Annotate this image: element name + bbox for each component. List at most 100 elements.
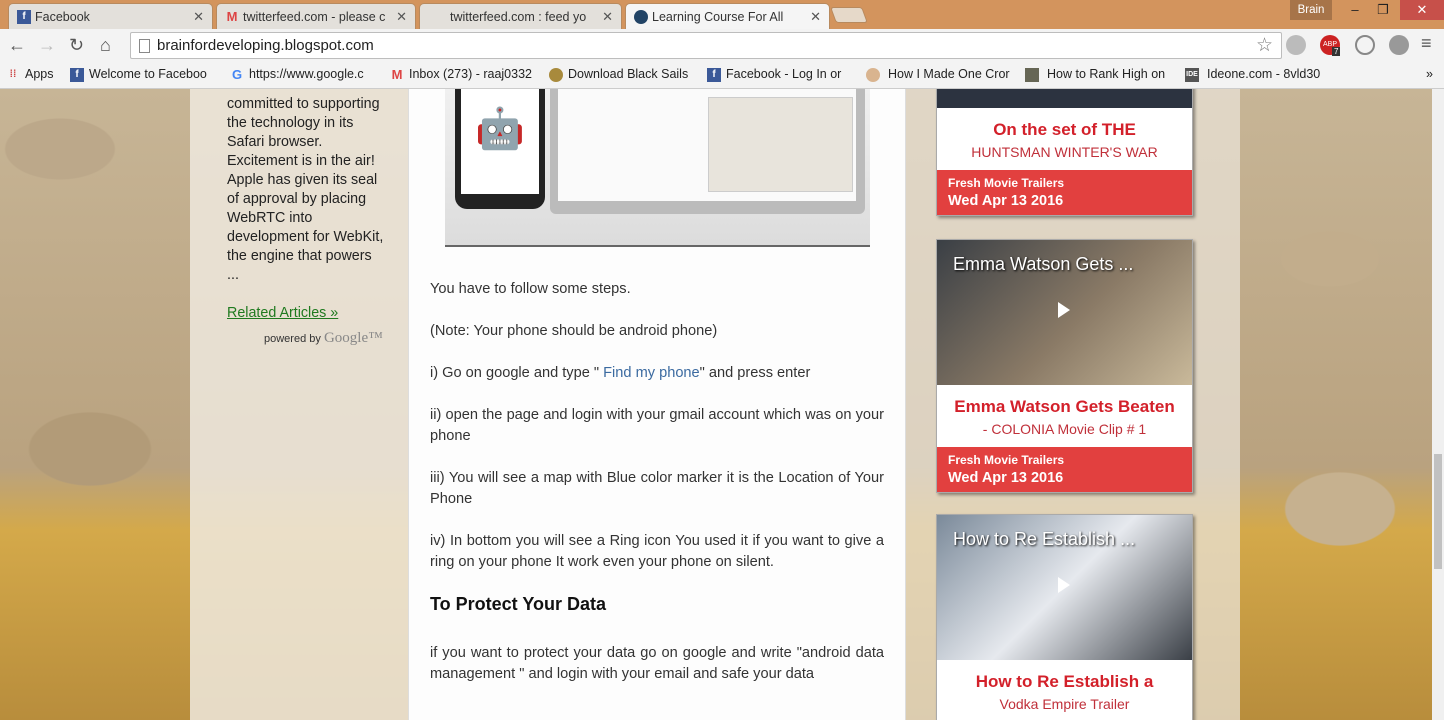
- globe-icon[interactable]: [1286, 35, 1306, 55]
- gmail-icon: M: [226, 9, 238, 24]
- phone-image: 🤖: [455, 89, 545, 209]
- back-icon[interactable]: ←: [8, 35, 26, 56]
- card-title[interactable]: On the set of THE: [937, 108, 1192, 140]
- avatar-icon: [866, 68, 880, 82]
- card-title[interactable]: Emma Watson Gets Beaten: [937, 385, 1192, 417]
- video-thumbnail[interactable]: [937, 89, 1192, 108]
- card-title[interactable]: How to Re Establish a: [937, 660, 1192, 692]
- paragraph: You have to follow some steps.: [430, 281, 631, 297]
- bookmark-label: How I Made One Cror: [888, 67, 1010, 81]
- close-tab-icon[interactable]: ✕: [193, 9, 204, 25]
- bookmark-item[interactable]: f Welcome to Faceboo: [70, 67, 207, 82]
- tab-learning-course[interactable]: Learning Course For All ✕: [625, 3, 830, 29]
- article: 🤖 You have to follow some steps. (Note: …: [408, 89, 906, 720]
- page-scrollbar[interactable]: [1432, 89, 1444, 720]
- address-bar[interactable]: brainfordeveloping.blogspot.com ☆: [130, 32, 1282, 59]
- bookmark-label: Apps: [25, 67, 54, 81]
- powered-by-google: powered by Google™: [264, 330, 383, 347]
- tab-label: Facebook: [35, 10, 90, 24]
- tab-twitterfeed-gmail[interactable]: Mtwitterfeed.com - please c ✕: [216, 3, 416, 29]
- tab-bar: f Facebook ✕ Mtwitterfeed.com - please c ✕ …: [0, 0, 1444, 29]
- extension-icon[interactable]: [1389, 35, 1409, 55]
- card-footer: Fresh Movie Trailers Wed Apr 13 2016: [937, 447, 1192, 492]
- section-heading: To Protect Your Data: [430, 594, 607, 614]
- video-card[interactable]: On the set of THE HUNTSMAN WINTER'S WAR …: [936, 89, 1193, 216]
- adblock-plus-icon[interactable]: ABP 7: [1320, 35, 1341, 56]
- reload-icon[interactable]: ↻: [69, 35, 84, 56]
- bookmark-label: Download Black Sails: [568, 67, 689, 81]
- card-source: Fresh Movie Trailers: [948, 176, 1065, 190]
- close-tab-icon[interactable]: ✕: [602, 9, 613, 25]
- article-image: 🤖: [445, 89, 870, 247]
- bookmark-item[interactable]: IDE Ideone.com - 8vld30: [1185, 67, 1320, 82]
- apps-grid-icon: ⁞⁞: [9, 69, 17, 80]
- play-icon[interactable]: [1058, 577, 1070, 593]
- tab-twitterfeed[interactable]: twitterfeed.com : feed yo ✕: [419, 3, 622, 29]
- more-bookmarks-button[interactable]: »: [1408, 67, 1433, 81]
- home-icon[interactable]: ⌂: [100, 35, 111, 56]
- video-thumbnail[interactable]: How to Re Establish ...: [937, 515, 1192, 660]
- facebook-icon: f: [707, 68, 721, 82]
- toolbar: ← → ↻ ⌂ brainfordeveloping.blogspot.com ☆…: [0, 29, 1444, 62]
- bookmark-label: How to Rank High on: [1047, 67, 1166, 81]
- bookmark-item[interactable]: How I Made One Cror: [866, 67, 1010, 82]
- map-image: [708, 97, 853, 192]
- badge: 7: [1332, 47, 1341, 56]
- card-date: Wed Apr 13 2016: [948, 470, 1064, 486]
- thumbnail-title: Emma Watson Gets ...: [953, 254, 1134, 274]
- android-icon: 🤖: [461, 89, 539, 194]
- bookmark-apps[interactable]: ⁞⁞ Apps: [6, 67, 54, 81]
- related-articles-link[interactable]: Related Articles »: [227, 305, 338, 321]
- bookmark-item[interactable]: f Facebook - Log In or: [707, 67, 842, 82]
- menu-icon[interactable]: ≡: [1421, 33, 1432, 54]
- find-my-phone-link[interactable]: Find my phone: [599, 365, 700, 381]
- play-icon[interactable]: [1058, 302, 1070, 318]
- ideone-icon: IDE: [1185, 68, 1199, 82]
- gmail-icon: M: [391, 67, 403, 82]
- bookmark-item[interactable]: Ghttps://www.google.c: [230, 67, 364, 82]
- article-body: You have to follow some steps. (Note: Yo…: [430, 279, 884, 706]
- text: i) Go on google and type ": [430, 365, 600, 381]
- maximize-button[interactable]: ❐: [1368, 0, 1398, 20]
- url-text: brainfordeveloping.blogspot.com: [157, 37, 374, 54]
- new-tab-button[interactable]: [830, 7, 868, 23]
- video-card[interactable]: How to Re Establish ... How to Re Establ…: [936, 514, 1193, 720]
- tab-facebook[interactable]: f Facebook ✕: [8, 3, 213, 29]
- card-date: Wed Apr 13 2016: [948, 193, 1064, 209]
- paragraph: iii) You will see a map with Blue color …: [430, 470, 884, 507]
- shield-icon: [549, 68, 563, 82]
- bookmark-label: Welcome to Faceboo: [89, 67, 207, 81]
- card-footer: Fresh Movie Trailers Wed Apr 13 2016: [937, 170, 1192, 215]
- bookmark-label: Inbox (273) - raaj0332: [409, 67, 532, 81]
- bookmark-star-icon[interactable]: ☆: [1256, 34, 1273, 57]
- close-tab-icon[interactable]: ✕: [396, 9, 407, 25]
- close-tab-icon[interactable]: ✕: [810, 9, 821, 25]
- close-window-button[interactable]: ✕: [1400, 0, 1444, 20]
- www-icon[interactable]: [1355, 35, 1375, 55]
- paragraph: (Note: Your phone should be android phon…: [430, 323, 718, 339]
- related-snippet: committed to supporting the technology i…: [227, 96, 384, 283]
- bookmarks-bar: ⁞⁞ Apps f Welcome to Faceboo Ghttps://www.…: [0, 62, 1444, 89]
- forward-icon[interactable]: →: [38, 35, 56, 56]
- avatar-icon: [1025, 68, 1039, 82]
- laptop-image: [550, 89, 865, 214]
- video-card[interactable]: Emma Watson Gets ... Emma Watson Gets Be…: [936, 239, 1193, 493]
- paragraph: iv) In bottom you will see a Ring icon Y…: [430, 533, 884, 570]
- google-logo: Google™: [323, 330, 383, 346]
- paragraph: if you want to protect your data go on g…: [430, 645, 884, 682]
- paragraph: ii) open the page and login with your gm…: [430, 407, 884, 444]
- text: " and press enter: [699, 365, 811, 381]
- bookmark-item[interactable]: Download Black Sails: [549, 67, 689, 82]
- web-page: committed to supporting the technology i…: [0, 89, 1432, 720]
- left-sidebar: committed to supporting the technology i…: [190, 89, 408, 720]
- powered-label: powered by: [264, 333, 321, 345]
- minimize-button[interactable]: –: [1340, 0, 1370, 20]
- card-subtitle: - COLONIA Movie Clip # 1: [982, 421, 1147, 437]
- scrollbar-thumb[interactable]: [1434, 454, 1442, 569]
- bookmark-label: https://www.google.c: [249, 67, 364, 81]
- video-thumbnail[interactable]: Emma Watson Gets ...: [937, 240, 1192, 385]
- bookmark-label: Facebook - Log In or: [726, 67, 842, 81]
- bookmark-item[interactable]: How to Rank High on: [1025, 67, 1166, 82]
- profile-button[interactable]: Brain: [1290, 0, 1332, 20]
- bookmark-item[interactable]: M Inbox (273) - raaj0332: [390, 67, 532, 82]
